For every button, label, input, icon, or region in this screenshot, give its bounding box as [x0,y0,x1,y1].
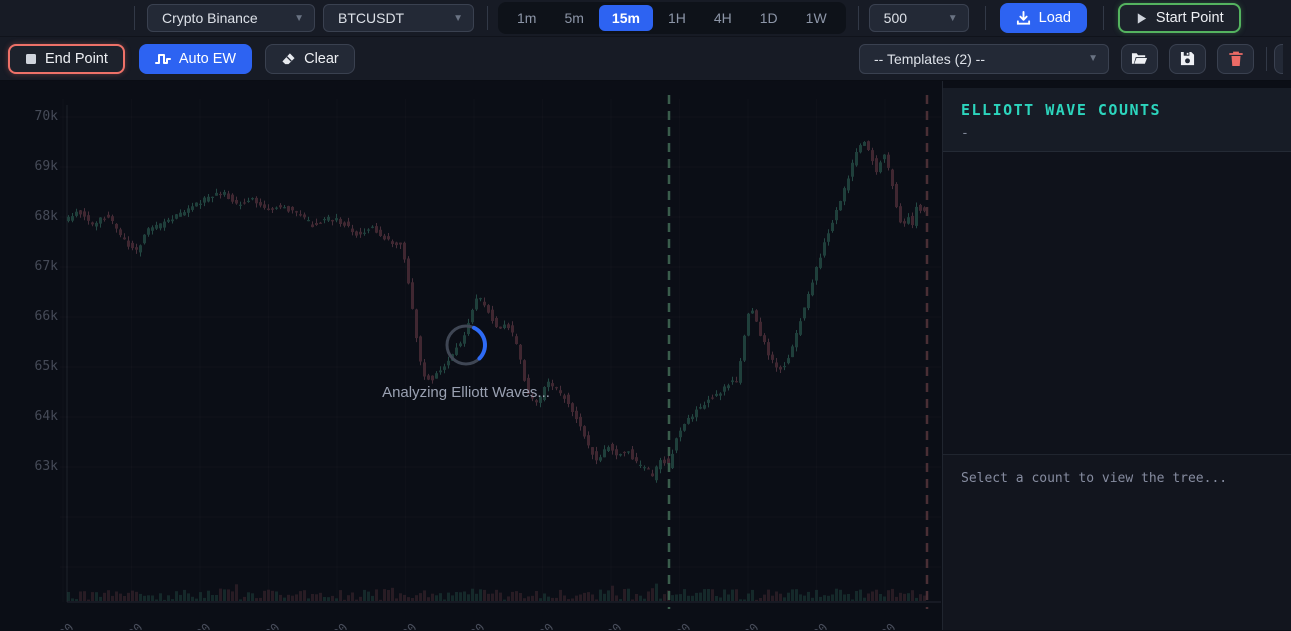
eraser-icon [281,52,296,66]
start-point-button[interactable]: Start Point [1118,3,1241,33]
symbol-select[interactable]: BTCUSDT ▼ [323,4,474,32]
clipped-button[interactable] [1274,44,1283,74]
bar-count-select[interactable]: 500 ▼ [869,4,969,32]
analyzing-status-text: Analyzing Elliott Waves... [346,384,586,401]
loading-spinner [444,323,488,367]
wave-tree-panel: Select a count to view the tree... [943,455,1291,630]
toolbar-left-pad [0,18,134,19]
clear-button-label: Clear [304,51,339,67]
folder-open-icon [1131,51,1148,66]
timeframe-button-15m[interactable]: 15m [599,5,653,31]
timeframe-button-1W[interactable]: 1W [793,5,840,31]
chevron-down-icon: ▼ [948,13,958,24]
templates-select-value: -- Templates (2) -- [874,51,985,67]
waveform-icon [155,52,171,66]
exchange-select[interactable]: Crypto Binance ▼ [147,4,315,32]
play-icon [1135,12,1148,25]
download-icon [1016,11,1031,26]
elliott-wave-analyzer-app: Crypto Binance ▼ BTCUSDT ▼ 1m5m15m1H4H1D… [0,0,1291,631]
timeframe-button-5m[interactable]: 5m [551,5,596,31]
timeframe-button-4H[interactable]: 4H [701,5,745,31]
sidebar: ELLIOTT WAVE COUNTS - Select a count to … [943,81,1291,630]
bar-count-value: 500 [884,10,907,26]
load-button[interactable]: Load [1000,3,1087,33]
end-point-button[interactable]: End Point [8,44,125,74]
timeframe-group: 1m5m15m1H4H1D1W [498,2,846,34]
chevron-down-icon: ▼ [453,13,463,24]
delete-template-button[interactable] [1217,44,1254,74]
divider [1103,6,1104,30]
divider [985,6,986,30]
load-button-label: Load [1039,10,1071,26]
wave-counts-list[interactable] [943,152,1291,455]
open-template-button[interactable] [1121,44,1158,74]
sidebar-title: ELLIOTT WAVE COUNTS [961,101,1273,119]
timeframe-button-1D[interactable]: 1D [747,5,791,31]
sidebar-top-gap [943,81,1291,88]
stop-icon [25,53,37,65]
chevron-down-icon: ▼ [1088,53,1098,64]
exchange-select-value: Crypto Binance [162,10,258,26]
divider [487,6,488,30]
sidebar-header: ELLIOTT WAVE COUNTS - [943,88,1291,152]
timeframe-button-1m[interactable]: 1m [504,5,549,31]
toolbar-top: Crypto Binance ▼ BTCUSDT ▼ 1m5m15m1H4H1D… [0,0,1291,37]
save-template-button[interactable] [1169,44,1206,74]
divider [1266,47,1267,71]
divider [858,6,859,30]
timeframe-button-1H[interactable]: 1H [655,5,699,31]
tree-placeholder-text: Select a count to view the tree... [961,471,1273,486]
divider [134,6,135,30]
auto-ew-button-label: Auto EW [179,51,236,67]
toolbar-bottom: End Point Auto EW Clear -- Templates (2)… [0,37,1291,81]
end-point-button-label: End Point [45,51,108,67]
symbol-select-value: BTCUSDT [338,10,404,26]
auto-ew-button[interactable]: Auto EW [139,44,252,74]
start-point-button-label: Start Point [1156,10,1224,26]
trash-icon [1229,51,1243,67]
main-area: 70k69k68k67k66k65k64k63k 5:005:005:005:0… [0,81,1291,630]
sidebar-subtitle: - [961,126,1273,141]
save-icon [1180,51,1195,66]
chart-canvas[interactable]: 70k69k68k67k66k65k64k63k 5:005:005:005:0… [0,81,943,630]
chevron-down-icon: ▼ [294,13,304,24]
templates-select[interactable]: -- Templates (2) -- ▼ [859,44,1109,74]
clear-button[interactable]: Clear [265,44,355,74]
